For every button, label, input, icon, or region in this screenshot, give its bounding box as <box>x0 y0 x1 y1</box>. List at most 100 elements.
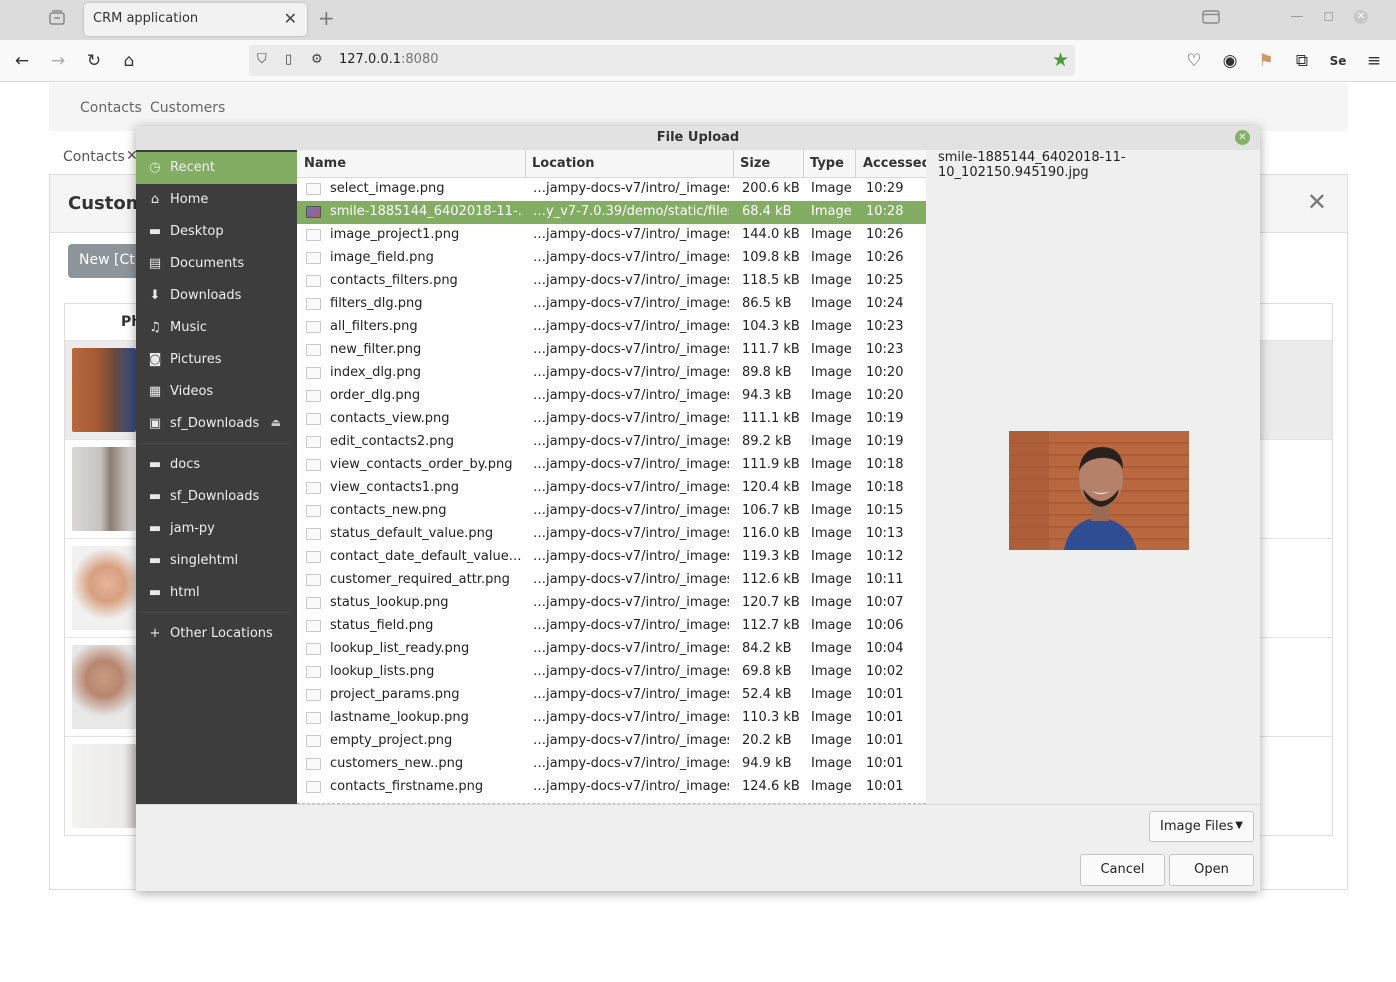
file-row[interactable]: contacts_filters.png …jampy-docs-v7/intro… <box>297 270 926 293</box>
nav-customers[interactable]: Customers <box>150 100 225 116</box>
drive-icon: ▣ <box>148 416 162 431</box>
sidebar-toggle-icon[interactable] <box>1202 9 1220 24</box>
image-file-icon <box>306 643 321 655</box>
sidebar-item-sf-downloads[interactable]: ▬ sf_Downloads <box>136 481 297 513</box>
preview-image <box>1009 431 1189 550</box>
sidebar-item-pictures[interactable]: ◙ Pictures <box>136 344 297 376</box>
file-row[interactable]: lastname_lookup.png …jampy-docs-v7/intro/… <box>297 707 926 730</box>
file-accessed: 10:02 <box>866 664 904 679</box>
back-icon[interactable]: ← <box>12 51 32 71</box>
file-row[interactable]: status_field.png …jampy-docs-v7/intro/_im… <box>297 615 926 638</box>
column-accessed[interactable]: Accessed <box>863 156 926 171</box>
file-row[interactable]: index_dlg.png …jampy-docs-v7/intro/_image… <box>297 362 926 385</box>
new-tab-icon[interactable]: + <box>318 6 335 30</box>
file-row[interactable]: status_lookup.png …jampy-docs-v7/intro/_i… <box>297 592 926 615</box>
sidebar-item-desktop[interactable]: ▬ Desktop <box>136 216 297 248</box>
browser-tab[interactable]: CRM application ✕ <box>84 3 307 36</box>
cancel-button[interactable]: Cancel <box>1080 854 1165 886</box>
url-text[interactable]: 127.0.0.1:8080 <box>339 52 439 67</box>
document-icon: ▤ <box>148 256 162 271</box>
bookmark-star-icon[interactable]: ★ <box>1052 49 1069 71</box>
column-location[interactable]: Location <box>532 156 595 171</box>
file-row[interactable]: new_filter.png …jampy-docs-v7/intro/_imag… <box>297 339 926 362</box>
sidebar-item-home[interactable]: ⌂ Home <box>136 184 297 216</box>
file-row[interactable]: contacts_new.png …jampy-docs-v7/intro/_im… <box>297 500 926 523</box>
sidebar-item-label: Recent <box>170 160 215 175</box>
minimize-icon[interactable]: — <box>1290 9 1303 24</box>
file-row[interactable]: customer_required_attr.png …jampy-docs-v7… <box>297 569 926 592</box>
sidebar-item-downloads[interactable]: ⬇ Downloads <box>136 280 297 312</box>
url-bar[interactable]: ⛉ ▯ ⚙ 127.0.0.1:8080 ★ <box>249 45 1075 76</box>
extensions-icon[interactable]: ⧉ <box>1292 51 1312 71</box>
forward-icon[interactable]: → <box>48 51 68 71</box>
file-row[interactable]: view_contacts1.png …jampy-docs-v7/intro/_… <box>297 477 926 500</box>
file-row[interactable]: image_field.png …jampy-docs-v7/intro/_ima… <box>297 247 926 270</box>
file-row[interactable]: contacts_view.png …jampy-docs-v7/intro/_i… <box>297 408 926 431</box>
file-row[interactable]: filters_dlg.png …jampy-docs-v7/intro/_ima… <box>297 293 926 316</box>
file-row[interactable]: lookup_lists.png …jampy-docs-v7/intro/_im… <box>297 661 926 684</box>
file-row[interactable]: lookup_list_ready.png …jampy-docs-v7/intr… <box>297 638 926 661</box>
maximize-icon[interactable]: ◻ <box>1323 9 1334 24</box>
sidebar-item-label: Desktop <box>170 224 224 239</box>
sidebar-item-jam-py[interactable]: ▬ jam-py <box>136 513 297 545</box>
column-size[interactable]: Size <box>740 156 770 171</box>
sidebar-item-docs[interactable]: ▬ docs <box>136 449 297 481</box>
open-button[interactable]: Open <box>1169 854 1254 886</box>
sidebar-item-recent[interactable]: ◷ Recent <box>136 152 297 184</box>
column-type[interactable]: Type <box>810 156 844 171</box>
extension-blocked-icon[interactable]: ⚑ <box>1256 51 1276 71</box>
file-type: Image <box>811 503 852 518</box>
sidebar-item-documents[interactable]: ▤ Documents <box>136 248 297 280</box>
sidebar-item-label: Documents <box>170 256 245 271</box>
sidebar-item-videos[interactable]: ▦ Videos <box>136 376 297 408</box>
sidebar-item-singlehtml[interactable]: ▬ singlehtml <box>136 545 297 577</box>
sidebar-separator <box>142 612 291 613</box>
file-location: …jampy-docs-v7/intro/_images <box>533 503 729 518</box>
nav-contacts[interactable]: Contacts <box>80 100 142 116</box>
file-row[interactable]: view_contacts_order_by.png …jampy-docs-v7… <box>297 454 926 477</box>
file-name: customers_new..png <box>330 756 464 771</box>
sidebar-item-other-locations[interactable]: + Other Locations <box>136 618 297 650</box>
file-name: status_lookup.png <box>330 595 449 610</box>
panel-close-icon[interactable]: ✕ <box>1307 188 1327 216</box>
reload-icon[interactable]: ↻ <box>84 51 104 71</box>
file-row[interactable]: select_image.png …jampy-docs-v7/intro/_im… <box>297 178 926 201</box>
file-size: 84.2 kB <box>742 641 792 656</box>
menu-icon[interactable]: ≡ <box>1364 51 1384 71</box>
app-tab-contacts[interactable]: Contacts <box>63 149 125 165</box>
file-row[interactable]: project_params.png …jampy-docs-v7/intro/_… <box>297 684 926 707</box>
file-accessed: 10:20 <box>866 388 904 403</box>
window-close-icon[interactable]: ✕ <box>1354 9 1368 24</box>
dialog-title: File Upload <box>656 130 740 145</box>
home-icon[interactable]: ⌂ <box>119 51 139 71</box>
tab-list-icon[interactable] <box>48 9 68 27</box>
file-row[interactable]: customers_new..png …jampy-docs-v7/intro/_… <box>297 753 926 776</box>
file-row[interactable]: contact_date_default_value.… …jampy-docs-… <box>297 546 926 569</box>
pocket-icon[interactable]: ♡ <box>1184 51 1204 71</box>
file-type-filter[interactable]: Image Files ▼ <box>1149 811 1254 842</box>
file-row[interactable]: order_dlg.png …jampy-docs-v7/intro/_image… <box>297 385 926 408</box>
sidebar-item-sf-downloads[interactable]: ▣ sf_Downloads ⏏ <box>136 408 297 440</box>
file-name: image_field.png <box>330 250 434 265</box>
dialog-close-icon[interactable]: ✕ <box>1235 130 1250 145</box>
file-row[interactable]: edit_contacts2.png …jampy-docs-v7/intro/_… <box>297 431 926 454</box>
shield-icon[interactable]: ⛉ <box>257 52 267 67</box>
sidebar-item-music[interactable]: ♫ Music <box>136 312 297 344</box>
file-row[interactable]: status_default_value.png …jampy-docs-v7/i… <box>297 523 926 546</box>
file-row[interactable]: empty_project.png …jampy-docs-v7/intro/_i… <box>297 730 926 753</box>
file-row[interactable]: contacts_firstname.png …jampy-docs-v7/int… <box>297 776 926 799</box>
account-icon[interactable]: ◉ <box>1220 51 1240 71</box>
permissions-icon[interactable]: ⚙ <box>311 52 323 67</box>
file-row[interactable]: image_project1.png …jampy-docs-v7/intro/_… <box>297 224 926 247</box>
eject-icon[interactable]: ⏏ <box>271 416 281 429</box>
file-location: …jampy-docs-v7/intro/_images <box>533 365 729 380</box>
file-type: Image <box>811 733 852 748</box>
file-size: 20.2 kB <box>742 733 792 748</box>
file-location: …jampy-docs-v7/intro/_images <box>533 641 729 656</box>
file-row[interactable]: smile-1885144_6402018-11-… …y_v7-7.0.39/d… <box>297 201 926 224</box>
file-row[interactable]: all_filters.png …jampy-docs-v7/intro/_ima… <box>297 316 926 339</box>
sidebar-item-html[interactable]: ▬ html <box>136 577 297 609</box>
tab-close-icon[interactable]: ✕ <box>284 9 297 28</box>
selenium-icon[interactable]: Se <box>1328 51 1348 71</box>
column-name[interactable]: Name <box>304 156 346 171</box>
